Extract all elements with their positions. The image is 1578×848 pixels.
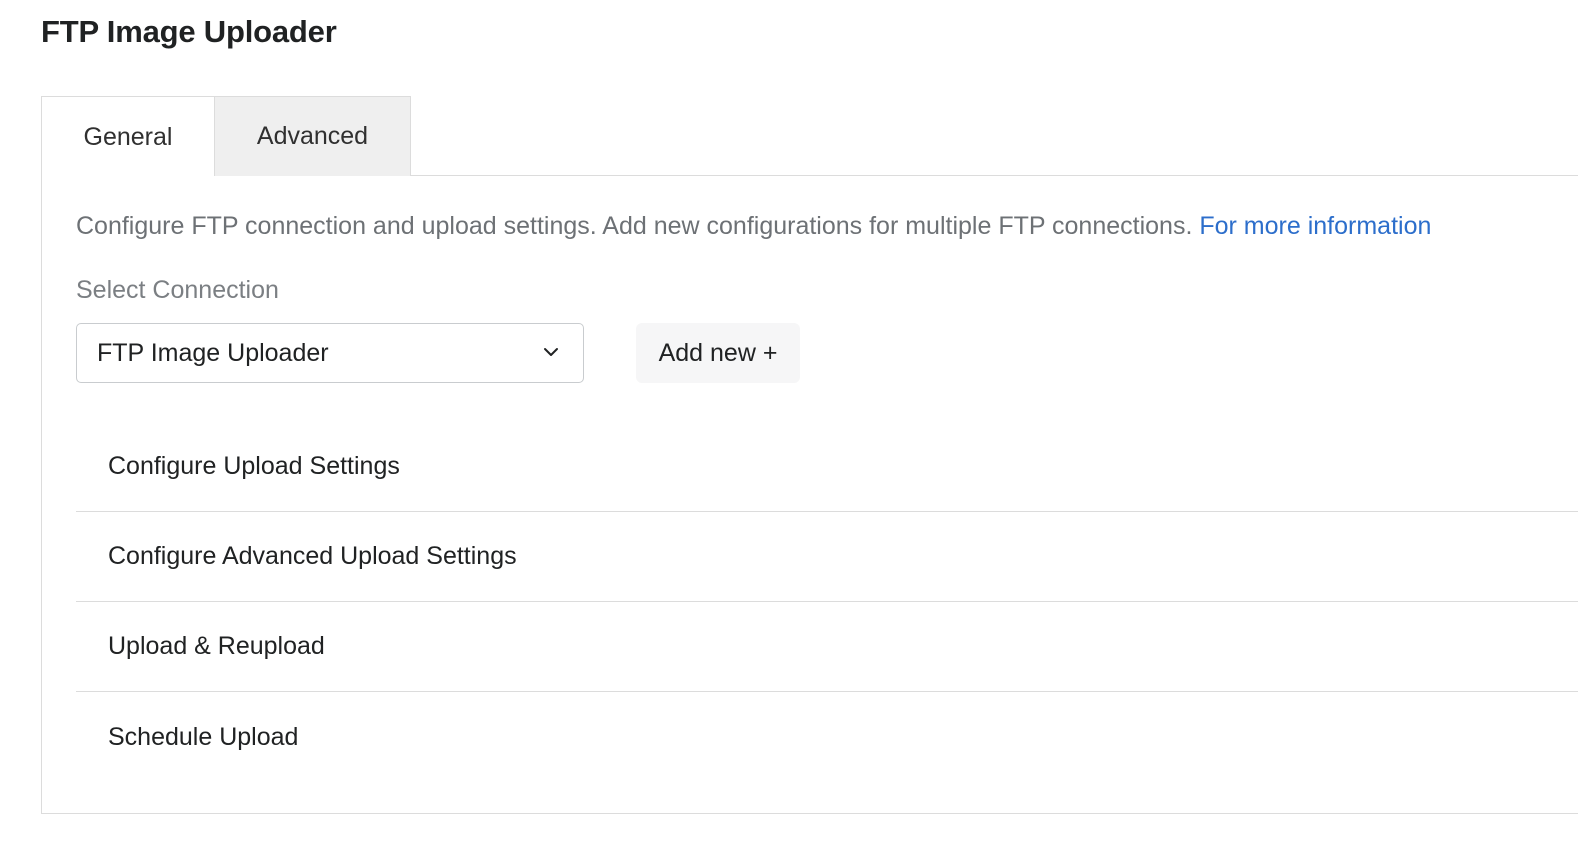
settings-sections-list: Configure Upload Settings Configure Adva…: [76, 421, 1578, 782]
section-upload-reupload[interactable]: Upload & Reupload: [76, 602, 1578, 692]
chevron-down-icon: [544, 348, 558, 356]
description-body: Configure FTP connection and upload sett…: [76, 212, 1193, 240]
connection-select[interactable]: FTP Image Uploader: [76, 323, 584, 383]
page-title: FTP Image Uploader: [41, 14, 337, 49]
tab-bar: General Advanced: [42, 96, 1578, 177]
section-configure-upload-settings[interactable]: Configure Upload Settings: [76, 421, 1578, 512]
more-info-link[interactable]: For more information: [1199, 212, 1431, 240]
select-connection-label: Select Connection: [76, 276, 279, 304]
section-schedule-upload[interactable]: Schedule Upload: [76, 692, 1578, 782]
tab-general[interactable]: General: [42, 96, 214, 177]
add-new-button[interactable]: Add new +: [636, 323, 800, 383]
connection-select-value: FTP Image Uploader: [97, 338, 329, 367]
section-configure-advanced-upload-settings[interactable]: Configure Advanced Upload Settings: [76, 512, 1578, 602]
settings-panel: General Advanced Configure FTP connectio…: [41, 96, 1578, 814]
tab-advanced[interactable]: Advanced: [214, 96, 411, 176]
description-text: Configure FTP connection and upload sett…: [76, 212, 1431, 241]
